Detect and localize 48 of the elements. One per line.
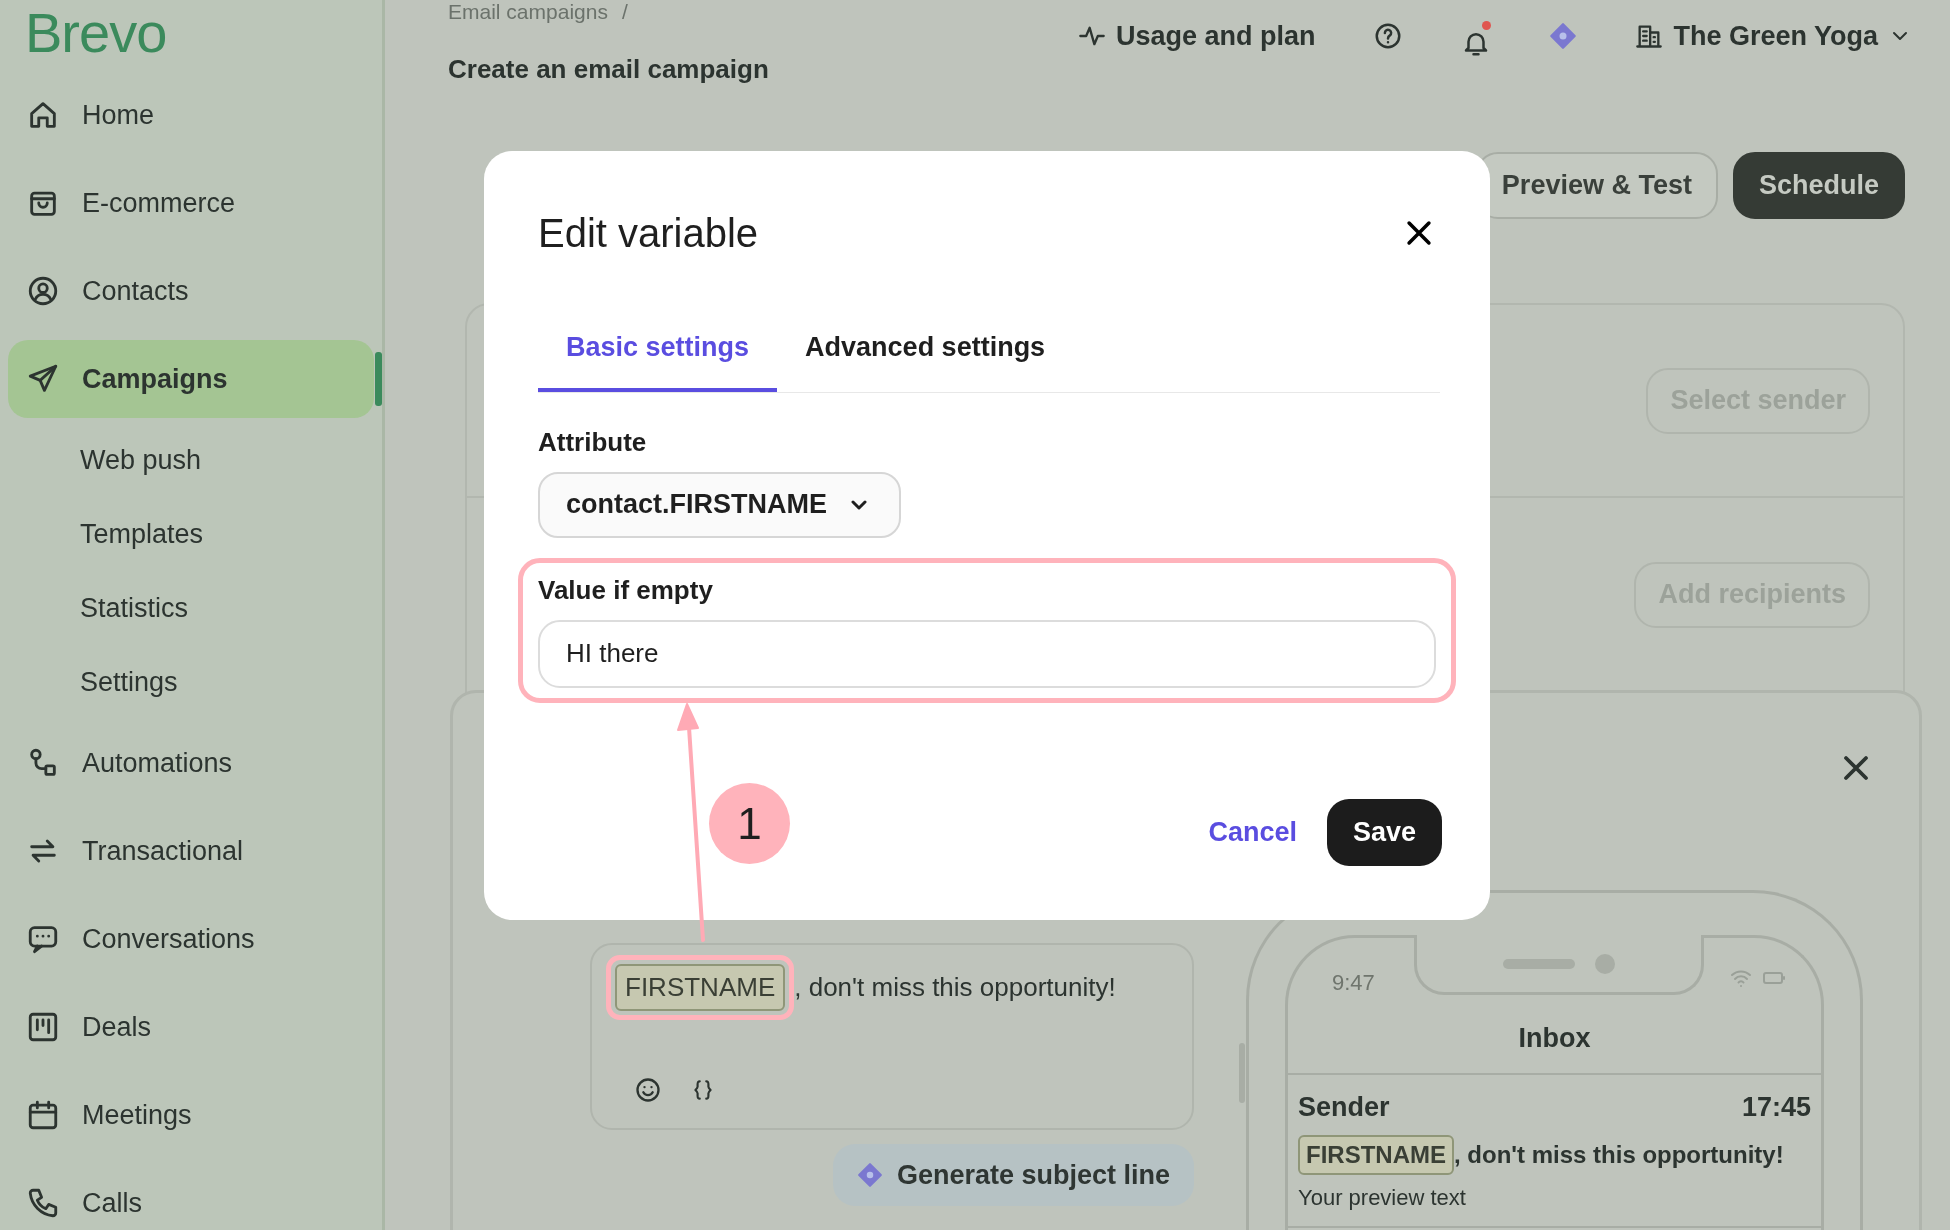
account-menu[interactable]: The Green Yoga [1635, 15, 1912, 57]
nav-item[interactable]: Campaigns [8, 340, 374, 418]
breadcrumb-separator: / [621, 0, 628, 25]
nav-item[interactable]: Web push [8, 428, 374, 492]
variable-chip[interactable]: FIRSTNAME [615, 964, 786, 1011]
schedule-button[interactable]: Schedule [1732, 152, 1905, 219]
cancel-button[interactable]: Cancel [1208, 811, 1297, 853]
field-label: Attribute [538, 425, 648, 459]
mail-time: 17:45 [1741, 1090, 1811, 1124]
diamond-icon [856, 1162, 883, 1188]
save-button[interactable]: Save [1326, 798, 1442, 866]
page-title: Create an email campaign [448, 52, 769, 86]
nav-item[interactable]: Templates [8, 502, 374, 566]
tab[interactable]: Advanced settings [777, 313, 1074, 392]
nav-item[interactable]: Meetings [8, 1076, 374, 1154]
mail-subject: , don't miss this opportunity! [1454, 1140, 1784, 1170]
field-label: Value if empty [538, 573, 714, 607]
nav-item[interactable]: Automations [8, 724, 374, 802]
brand-logo: Brevo [25, 0, 167, 66]
nav-item[interactable]: Statistics [8, 576, 374, 640]
active-indicator [375, 352, 382, 406]
subject-text: , don't miss this opportunity! [794, 971, 1116, 1004]
nav-item[interactable]: Calls [8, 1164, 374, 1230]
variable-chip: FIRSTNAME [1298, 1135, 1454, 1175]
calendar-icon [26, 1098, 60, 1132]
value-input[interactable]: HI there [538, 619, 1436, 688]
nav-item[interactable]: Contacts [8, 252, 374, 330]
modal-title: Edit variable [538, 210, 759, 257]
nav-item[interactable]: Transactional [8, 812, 374, 890]
nav-item[interactable]: Home [8, 76, 374, 154]
nav-item[interactable]: Deals [8, 988, 374, 1066]
user-circle-icon [26, 274, 60, 308]
generate-button[interactable]: Generate subject line [832, 1144, 1194, 1206]
emoji-icon[interactable] [634, 1076, 662, 1104]
attribute-select[interactable]: contact.FIRSTNAME [538, 471, 901, 538]
nav-item[interactable]: E-commerce [8, 164, 374, 242]
phone-icon [26, 1186, 60, 1220]
close-icon[interactable] [1841, 753, 1871, 783]
usage-button[interactable]: Usage and plan [1077, 15, 1316, 57]
nav-item[interactable]: Conversations [8, 900, 374, 978]
inbox-title: Inbox [1288, 1008, 1821, 1075]
preview-text: Your preview text [1298, 1184, 1467, 1212]
board-icon [26, 1010, 60, 1044]
tab[interactable]: Basic settings [538, 313, 778, 392]
phone-time: 9:47 [1332, 969, 1375, 997]
subject-field[interactable]: FIRSTNAME , don't miss this opportunity! [590, 943, 1194, 1130]
nav-item[interactable]: Settings [8, 650, 374, 714]
sender-name: Sender [1298, 1090, 1390, 1124]
